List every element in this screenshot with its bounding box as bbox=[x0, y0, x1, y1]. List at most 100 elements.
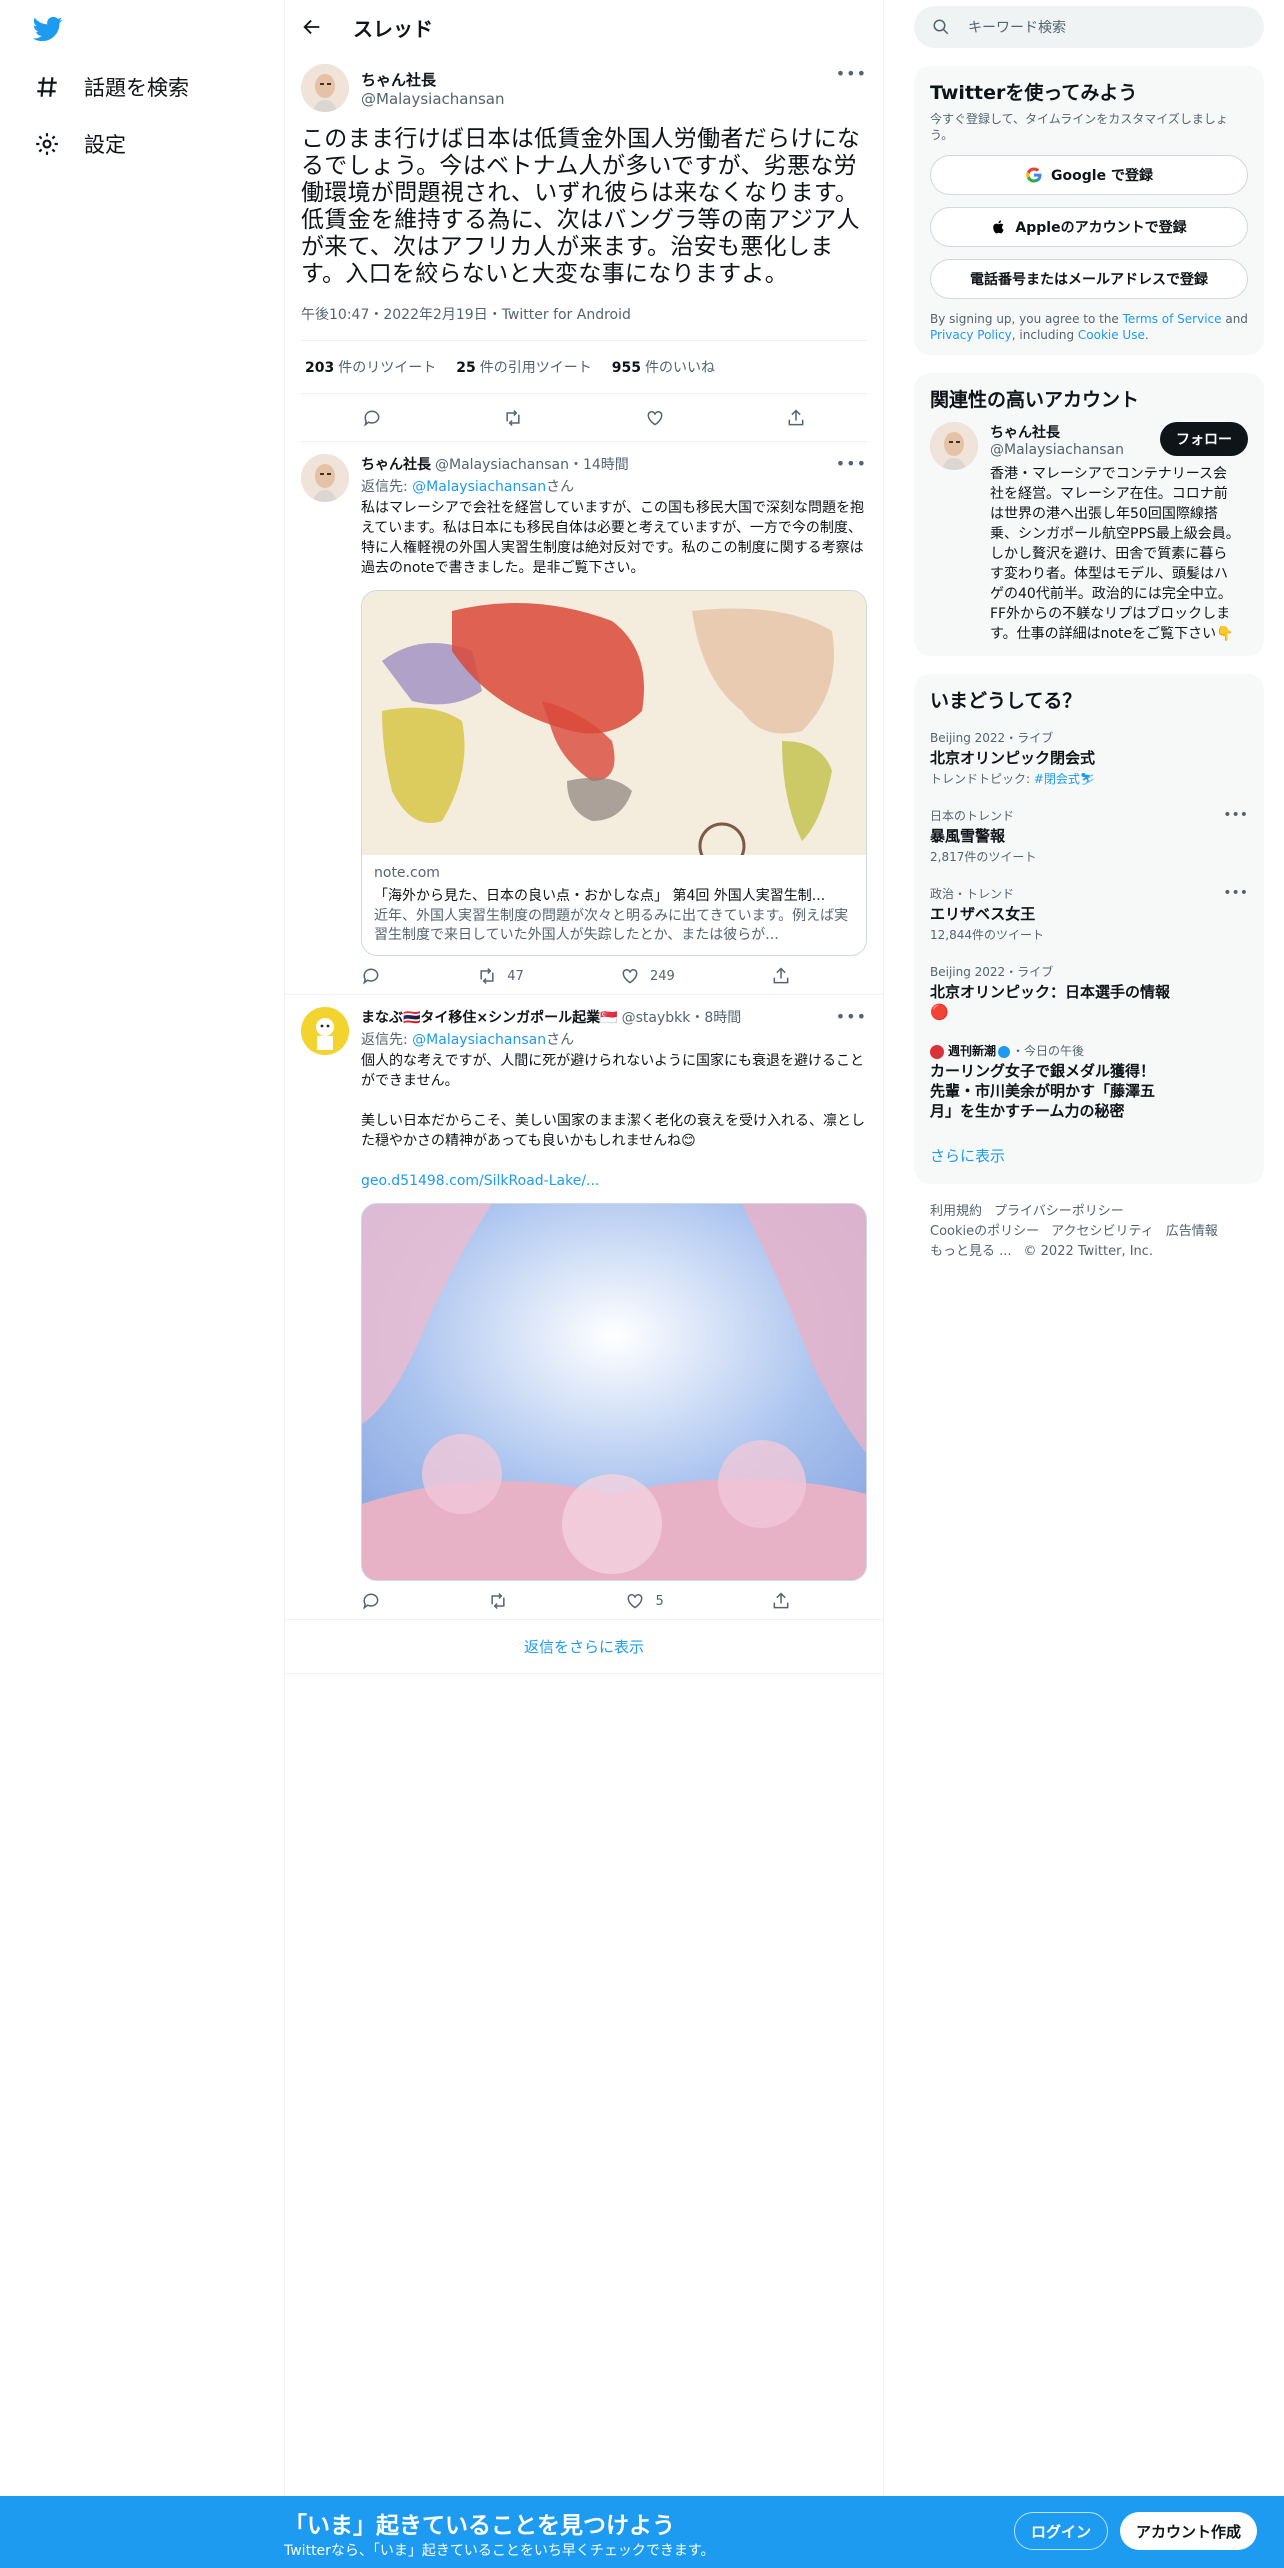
related-accounts-panel: 関連性の高いアカウント ちゃん社長 @Malaysiachansan 香港・マレ… bbox=[914, 373, 1264, 656]
reply-to-link[interactable]: @Malaysiachansan bbox=[412, 479, 546, 495]
like-icon bbox=[628, 1593, 643, 1609]
reply-to: 返信先: @Malaysiachansanさん bbox=[361, 479, 575, 495]
show-more-trends-link[interactable]: さらに表示 bbox=[930, 1131, 1248, 1172]
search-input[interactable]: キーワード検索 bbox=[914, 6, 1264, 48]
phone-email-signup-button[interactable]: 電話番号またはメールアドレスで登録 bbox=[930, 259, 1248, 299]
like-icon[interactable] bbox=[645, 408, 665, 428]
avatar[interactable] bbox=[301, 1007, 349, 1055]
tweet-meta[interactable]: 午後10:47・2022年2月19日・Twitter for Android bbox=[301, 304, 867, 341]
reply-tweet[interactable]: まなぶ🇹🇭タイ移住×シンガポール起業🇸🇬 @staybkk・8時間 ••• 返信… bbox=[285, 995, 883, 1620]
reply-handle-time[interactable]: @Malaysiachansan・14時間 bbox=[435, 454, 629, 474]
footer-link[interactable]: アクセシビリティ bbox=[1051, 1224, 1154, 1239]
nav-explore-label: 話題を検索 bbox=[84, 76, 189, 100]
hashtag-icon bbox=[37, 77, 57, 97]
footer-link[interactable]: 利用規約 bbox=[930, 1204, 982, 1219]
search-icon bbox=[933, 19, 949, 35]
retweet-button[interactable] bbox=[488, 1591, 518, 1611]
show-more-replies-button[interactable]: 返信をさらに表示 bbox=[285, 1620, 883, 1674]
back-arrow-icon[interactable] bbox=[301, 16, 323, 38]
signup-subtitle: 今すぐ登録して、タイムラインをカスタマイズしましょう。 bbox=[930, 112, 1228, 142]
author-name[interactable]: ちゃん社長 bbox=[361, 69, 505, 90]
retweet-icon bbox=[480, 967, 494, 985]
trends-title: いまどうしてる？ bbox=[930, 690, 1082, 712]
login-button[interactable]: ログイン bbox=[1014, 2512, 1109, 2550]
reply-handle-time[interactable]: @staybkk・8時間 bbox=[622, 1007, 742, 1027]
reply-tweet[interactable]: ちゃん社長 @Malaysiachansan・14時間 ••• 返信先: @Ma… bbox=[285, 442, 883, 995]
apple-signup-button[interactable]: Appleのアカウントで登録 bbox=[930, 207, 1248, 247]
reply-button[interactable] bbox=[361, 966, 381, 986]
author-handle[interactable]: @Malaysiachansan bbox=[361, 90, 505, 108]
page-title: スレッド bbox=[353, 16, 433, 41]
world-map-image bbox=[362, 591, 866, 870]
reply-to: 返信先: @Malaysiachansanさん bbox=[361, 1032, 575, 1048]
share-button[interactable] bbox=[771, 1591, 791, 1611]
terms-link[interactable]: Terms of Service bbox=[1123, 312, 1222, 326]
footer-link[interactable]: Cookieのポリシー bbox=[930, 1224, 1039, 1239]
follow-button[interactable]: フォロー bbox=[1160, 422, 1248, 456]
trend-item[interactable]: 週刊新潮 ・今日の午後 カーリング女子で銀メダル獲得！ 先輩・市川美余が明かす「藤… bbox=[930, 1032, 1248, 1131]
more-options-icon[interactable]: ••• bbox=[836, 454, 867, 473]
twitter-logo-icon[interactable] bbox=[30, 14, 66, 44]
footer-link[interactable]: 広告情報 bbox=[1166, 1224, 1218, 1239]
legal-text: By signing up, you agree to the Terms of… bbox=[930, 312, 1248, 342]
nav-explore[interactable]: 話題を検索 bbox=[34, 67, 189, 107]
cookie-link[interactable]: Cookie Use bbox=[1078, 328, 1145, 342]
share-icon[interactable] bbox=[786, 408, 806, 428]
tweet-actions bbox=[301, 394, 867, 442]
main-tweet: ちゃん社長 @Malaysiachansan ••• このまま行けば日本は低賃金… bbox=[285, 54, 883, 442]
link-card[interactable]: note.com 「海外から見た、日本の良い点・おかしな点」 第4回 外国人実習… bbox=[361, 590, 867, 956]
privacy-link[interactable]: Privacy Policy bbox=[930, 328, 1012, 342]
related-title: 関連性の高いアカウント bbox=[930, 389, 1140, 411]
card-domain: note.com bbox=[374, 865, 440, 881]
reply-author-name[interactable]: ちゃん社長 bbox=[361, 454, 431, 474]
trend-item[interactable]: 日本のトレンド 暴風雪警報 2,817件のツイート ••• bbox=[930, 797, 1248, 875]
share-button[interactable] bbox=[771, 966, 791, 986]
nav-settings[interactable]: 設定 bbox=[34, 124, 126, 164]
external-link[interactable]: geo.d51498.com/SilkRoad-Lake/... bbox=[361, 1173, 599, 1189]
retweet-button[interactable]: 47 bbox=[477, 966, 524, 986]
like-button[interactable]: 249 bbox=[620, 966, 675, 986]
reply-text: 私はマレーシアで会社を経営していますが、この国も移民大国で深刻な問題を抱えていま… bbox=[361, 500, 865, 576]
avatar[interactable] bbox=[301, 454, 349, 502]
like-count[interactable]: 955 件のいいね bbox=[612, 357, 715, 377]
more-options-icon[interactable]: ••• bbox=[1223, 885, 1248, 901]
tweet-stats: 203 件のリツイート 25 件の引用ツイート 955 件のいいね bbox=[301, 341, 867, 394]
footer-link[interactable]: もっと見る ... bbox=[930, 1244, 1012, 1259]
retweet-count: 47 bbox=[507, 968, 524, 984]
right-sidebar: キーワード検索 Twitterを使ってみよう 今すぐ登録して、タイムラインをカス… bbox=[914, 0, 1264, 1280]
trend-item[interactable]: Beijing 2022・ライブ 北京オリンピック閉会式 トレンドトピック: #… bbox=[930, 719, 1248, 797]
card-title: 「海外から見た、日本の良い点・おかしな点」 第4回 外国人実習生制... bbox=[374, 888, 826, 904]
retweet-icon[interactable] bbox=[503, 408, 523, 428]
like-count: 5 bbox=[655, 1593, 664, 1609]
reply-icon[interactable] bbox=[362, 408, 382, 428]
reply-button[interactable] bbox=[361, 1591, 381, 1611]
more-options-icon[interactable]: ••• bbox=[1223, 807, 1248, 823]
google-signup-button[interactable]: Google で登録 bbox=[930, 155, 1248, 195]
more-options-icon[interactable]: ••• bbox=[836, 1007, 867, 1026]
copyright: © 2022 Twitter, Inc. bbox=[1023, 1244, 1154, 1259]
quote-count[interactable]: 25 件の引用ツイート bbox=[456, 357, 591, 377]
more-options-icon[interactable]: ••• bbox=[836, 64, 867, 83]
avatar[interactable] bbox=[301, 64, 349, 112]
reply-author-name[interactable]: まなぶ🇹🇭タイ移住×シンガポール起業🇸🇬 bbox=[361, 1007, 618, 1027]
trend-item[interactable]: Beijing 2022・ライブ 北京オリンピック：日本選手の情報🔴 bbox=[930, 953, 1248, 1032]
like-icon bbox=[622, 968, 638, 984]
reply-actions: 47 249 bbox=[361, 966, 791, 986]
related-account[interactable]: ちゃん社長 @Malaysiachansan 香港・マレーシアでコンテナリース会… bbox=[930, 422, 1248, 644]
signup-button[interactable]: アカウント作成 bbox=[1120, 2512, 1258, 2550]
trend-item[interactable]: 政治・トレンド エリザベス女王 12,844件のツイート ••• bbox=[930, 875, 1248, 953]
cherry-blossom-photo[interactable] bbox=[361, 1203, 867, 1581]
retweet-count[interactable]: 203 件のリツイート bbox=[305, 357, 436, 377]
footer-link[interactable]: プライバシーポリシー bbox=[994, 1204, 1124, 1219]
card-description: 近年、外国人実習生制度の問題が次々と明るみに出てきています。例えば実習生制度で来… bbox=[374, 908, 849, 943]
like-button[interactable]: 5 bbox=[625, 1591, 664, 1611]
reply-actions: 5 bbox=[361, 1591, 791, 1611]
avatar[interactable] bbox=[930, 422, 978, 470]
bottom-bar-subtitle: Twitterなら、「いま」起きていることをいち早くチェックできます。 bbox=[284, 2543, 715, 2559]
bottom-signup-bar: 「いま」起きていることを見つけよう Twitterなら、「いま」起きていることを… bbox=[0, 2496, 1284, 2568]
left-nav: 話題を検索 設定 bbox=[0, 0, 284, 2496]
reply-to-link[interactable]: @Malaysiachansan bbox=[412, 1032, 546, 1048]
signup-title: Twitterを使ってみよう bbox=[930, 82, 1138, 104]
trend-topic-link[interactable]: #閉会式⛷ bbox=[1034, 772, 1095, 786]
thread-header: スレッド bbox=[285, 0, 883, 54]
